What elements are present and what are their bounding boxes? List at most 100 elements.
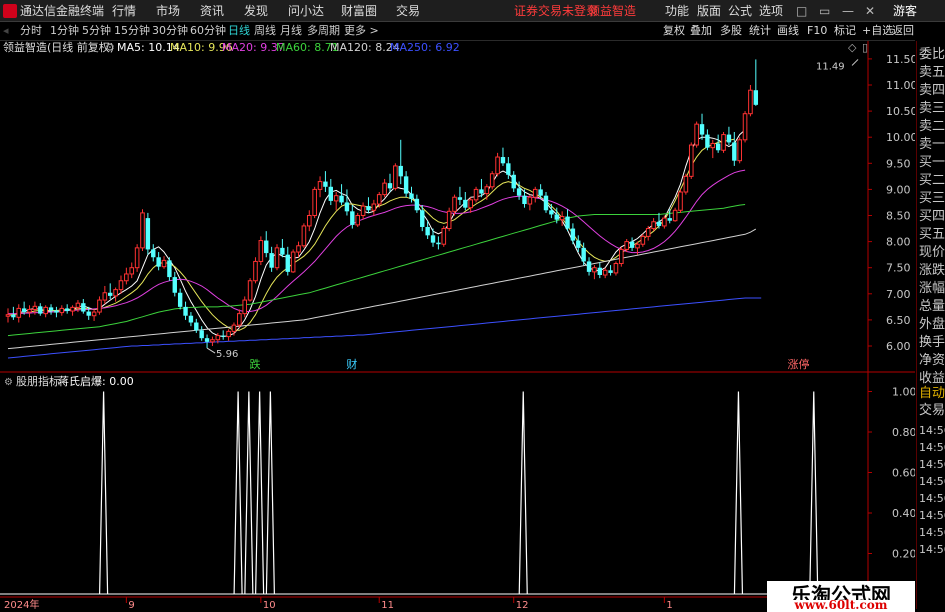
watermark-url: www.60lt.com [767, 599, 915, 612]
candle [592, 265, 597, 280]
sidebar-outer: 外盘 [919, 317, 945, 332]
candle [414, 194, 420, 213]
candle [452, 194, 457, 216]
sidebar-price: 现价 [919, 245, 945, 260]
candle [204, 334, 210, 349]
candle [177, 288, 183, 310]
candle-body [38, 306, 43, 314]
sidebar-bid5: 买五 [919, 227, 945, 242]
candle-body [43, 306, 48, 315]
candle-body [656, 221, 662, 226]
candle [48, 304, 54, 315]
candle-body [285, 254, 290, 272]
indicator-title: 股朋指标 [16, 374, 60, 388]
candle [134, 244, 140, 272]
candle-body [425, 226, 430, 236]
candle [280, 238, 285, 258]
candle-body [694, 123, 699, 146]
candle-body [382, 182, 387, 196]
candle [323, 171, 328, 193]
candle [500, 147, 506, 166]
candle [597, 262, 602, 279]
candle [468, 197, 473, 213]
tick-time: 14:56 [919, 441, 945, 454]
candle [344, 189, 350, 216]
candle-body [274, 247, 280, 269]
candle [161, 256, 167, 269]
candle-body [188, 315, 194, 323]
candle [430, 228, 436, 247]
kline-chart[interactable]: 5.96 11.49 跌 财 涨停 6.00 6.50 7.00 7.50 8.00 8.50 9.… [0, 0, 915, 609]
candle-body [355, 215, 360, 226]
candle-body [64, 308, 70, 312]
sidebar-ask2: 卖二 [919, 119, 945, 134]
candle [748, 85, 753, 117]
candle [570, 223, 576, 245]
ma-line-ma60 [7, 204, 746, 337]
event-marker: 财 [346, 357, 357, 371]
candle [290, 249, 296, 273]
indicator-chart [0, 391, 868, 595]
candle-body [194, 322, 199, 331]
candle-body [619, 248, 624, 265]
candle [102, 285, 108, 305]
candle-body [97, 299, 102, 313]
date-label: 11 [381, 600, 394, 609]
event-marker: 涨停 [787, 357, 809, 371]
candle [565, 209, 570, 232]
tick-time: 14:56 [919, 526, 945, 539]
price-tick-label: 9.00 [886, 183, 911, 196]
candle-body [113, 289, 118, 297]
indicator-spike [255, 391, 265, 595]
candle-body [543, 195, 549, 211]
date-label: 1 [666, 600, 672, 609]
price-tick-label: 10.00 [886, 131, 915, 144]
candle-body [662, 217, 667, 227]
candle-body [436, 242, 441, 245]
ma-line-ma250 [7, 297, 762, 359]
sidebar-turnover: 换手 [919, 335, 945, 350]
candle-body [280, 247, 285, 255]
candle [382, 178, 387, 198]
date-label: 12 [516, 600, 529, 609]
candle [264, 231, 269, 258]
candle-body [210, 339, 215, 343]
candle [645, 225, 651, 241]
candle-body [576, 240, 581, 248]
candle-body [32, 305, 38, 310]
candle [602, 267, 608, 279]
candle [129, 262, 135, 279]
sidebar-trades: 交易 [919, 403, 945, 418]
candle-body [215, 335, 221, 341]
candle [43, 305, 48, 318]
candle [118, 275, 124, 294]
candle-body [290, 251, 296, 273]
indicator-spike [733, 391, 744, 595]
candle [371, 199, 377, 216]
indicator-settings-icon[interactable]: ⚙ [4, 377, 13, 388]
candle [726, 126, 732, 146]
candle [403, 171, 409, 198]
candle-body [21, 308, 27, 313]
candle [495, 152, 500, 177]
candle-body [581, 247, 586, 262]
quote-sidebar: 委比 卖五 卖四 卖三 卖二 卖一 买一 买二 买三 买四 买五 现价 涨跌 涨… [916, 41, 945, 609]
candle [436, 236, 441, 250]
candle-body [269, 253, 274, 268]
candle [97, 296, 102, 315]
candle [172, 271, 177, 297]
candle-body [559, 216, 565, 221]
candle-body [48, 307, 54, 311]
candle [91, 309, 97, 321]
sidebar-auto[interactable]: 自动 [919, 386, 945, 402]
price-tick-label: 11.00 [886, 79, 915, 92]
candle-body [721, 134, 726, 151]
date-label: 9 [128, 600, 134, 609]
candle-body [86, 311, 91, 316]
candle [360, 202, 366, 220]
candle [694, 121, 699, 148]
candle [242, 296, 248, 318]
candle-body [177, 292, 183, 307]
candle-body [247, 280, 253, 301]
candle-body [161, 259, 167, 268]
